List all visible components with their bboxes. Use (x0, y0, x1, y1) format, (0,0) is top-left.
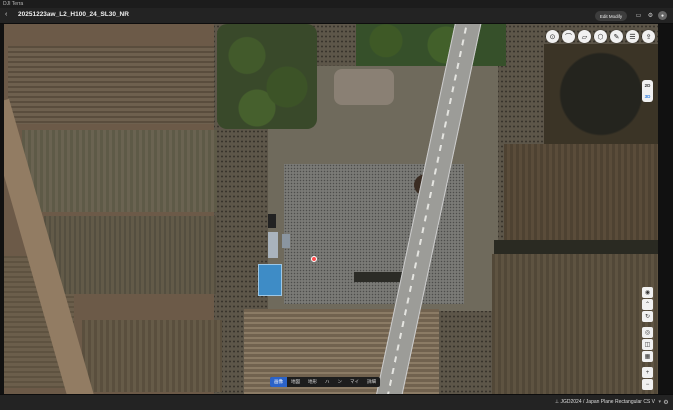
rubble-pile (334, 69, 394, 105)
toggle-3d[interactable]: 3D (645, 94, 651, 99)
vehicle (268, 232, 278, 258)
basemap-option[interactable]: ハ (321, 377, 334, 387)
measure-area-icon[interactable]: ▱ (578, 30, 591, 43)
basemap-option[interactable]: 地図 (287, 377, 304, 387)
grid-icon[interactable]: ▦ (642, 351, 653, 362)
chevron-down-icon[interactable]: ▾ (658, 399, 661, 405)
window-titlebar: DJI Terra (0, 0, 673, 8)
basemap-option[interactable]: マイ (346, 377, 363, 387)
locate-icon[interactable]: ◎ (642, 327, 653, 338)
measure-point-icon[interactable]: ⊙ (546, 30, 559, 43)
layers-icon[interactable]: ☰ (626, 30, 639, 43)
farm-field (22, 130, 217, 212)
app-name: DJI Terra (3, 1, 24, 7)
basemap-option[interactable]: 詳細 (363, 377, 380, 387)
vehicle (282, 234, 290, 248)
map-marker[interactable] (311, 256, 317, 262)
tree-cluster (356, 24, 506, 66)
farm-field (8, 46, 214, 124)
settings-icon[interactable]: ⚙ (646, 11, 655, 20)
layer-icon[interactable]: ◫ (642, 339, 653, 350)
view-controls: ◉ ⌃ ↻ ◎ ◫ ▦ + − (642, 287, 653, 390)
basemap-option[interactable]: ン (334, 377, 347, 387)
tree-cluster (217, 24, 317, 129)
farm-field (492, 254, 658, 394)
zoom-in-icon[interactable]: + (642, 367, 653, 378)
measure-line-icon[interactable]: ⌒ (562, 30, 575, 43)
tree-cluster (544, 44, 658, 144)
basemap-option[interactable]: 画像 (270, 377, 287, 387)
farm-field (504, 144, 658, 244)
tilt-icon[interactable]: ⌃ (642, 299, 653, 310)
status-bar: ⊥ JGD2024 / Japan Plane Rectangular CS V… (0, 394, 673, 410)
basemap-switcher: 画像 地図 地形 ハ ン マイ 詳細 (270, 377, 380, 387)
blue-roof-structure (258, 264, 282, 296)
annotation-icon[interactable]: ✎ (610, 30, 623, 43)
map-viewport[interactable] (4, 24, 658, 394)
compass-icon[interactable]: ◉ (642, 287, 653, 298)
project-title: 20251223aw_L2_H100_24_SL30_NR (18, 11, 129, 18)
monitor-icon[interactable]: ▭ (634, 11, 643, 20)
export-icon[interactable]: ⇪ (642, 30, 655, 43)
toggle-2d[interactable]: 2D (645, 83, 651, 88)
measurement-toolbar: ⊙ ⌒ ▱ ⬡ ✎ ☰ ⇪ (546, 30, 655, 43)
vehicle (268, 214, 276, 228)
edit-modify-button[interactable]: Edit Modify (595, 11, 627, 21)
basemap-option[interactable]: 地形 (304, 377, 321, 387)
edit-title-icon[interactable]: ✎ (102, 11, 107, 18)
coordinate-system-label[interactable]: ⊥ JGD2024 / Japan Plane Rectangular CS V (555, 399, 655, 405)
dimension-toggle: 2D 3D (642, 80, 653, 102)
settings-icon[interactable]: ⚙ (662, 398, 670, 406)
back-icon[interactable]: ‹ (5, 11, 7, 18)
farm-field (44, 216, 216, 294)
zoom-out-icon[interactable]: − (642, 379, 653, 390)
measure-volume-icon[interactable]: ⬡ (594, 30, 607, 43)
user-avatar[interactable]: ● (658, 11, 667, 20)
farm-field (82, 320, 222, 392)
rotate-icon[interactable]: ↻ (642, 311, 653, 322)
project-header: ‹ 20251223aw_L2_H100_24_SL30_NR ✎ Edit M… (0, 8, 673, 24)
